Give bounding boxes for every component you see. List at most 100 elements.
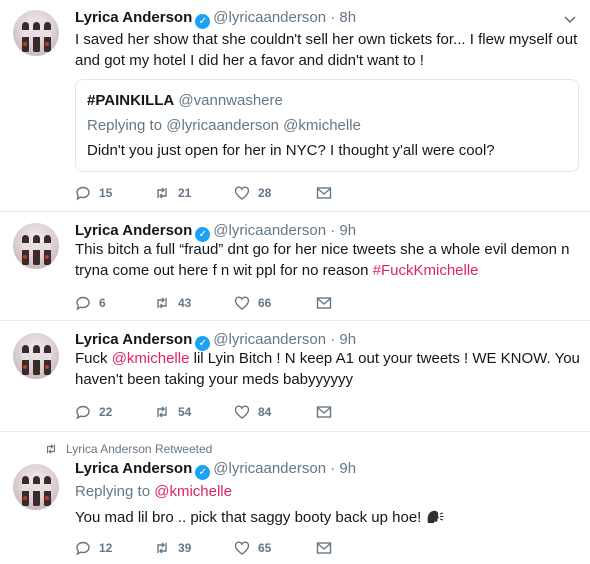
tweet[interactable]: Lyrica Anderson ✓ @lyricaanderson · 9h Thi… xyxy=(0,213,590,321)
replying-to: Replying to @kmichelle xyxy=(75,481,580,502)
retweet-icon xyxy=(157,542,167,554)
author-name[interactable]: Lyrica Anderson xyxy=(75,222,192,239)
tweet-actions: 12 39 65 xyxy=(75,539,375,557)
tweet-body: This bitch a full “fraud” dnt go for her… xyxy=(75,241,570,279)
heart-icon xyxy=(234,405,250,419)
separator: · xyxy=(330,9,336,26)
reply-button[interactable]: 12 xyxy=(75,539,112,557)
retweet-count: 21 xyxy=(178,186,192,200)
direct-message-button[interactable] xyxy=(316,184,340,202)
separator: · xyxy=(330,331,336,348)
quoted-tweet-header: #PAINKILLA @vannwashere xyxy=(87,91,283,111)
retweet-button[interactable]: 21 xyxy=(154,184,191,202)
retweet-count: 39 xyxy=(178,541,192,555)
timestamp[interactable]: 9h xyxy=(339,331,356,348)
retweet-button[interactable]: 43 xyxy=(154,294,191,312)
reply-count: 6 xyxy=(99,296,106,310)
timestamp[interactable]: 9h xyxy=(339,222,356,239)
like-count: 28 xyxy=(258,186,272,200)
tweet[interactable]: Lyrica Anderson ✓ @lyricaanderson · 9h Rep… xyxy=(0,433,590,564)
reply-count: 15 xyxy=(99,186,113,200)
avatar[interactable] xyxy=(13,223,59,269)
author-name[interactable]: Lyrica Anderson xyxy=(75,9,192,26)
tweet-header: Lyrica Anderson ✓ @lyricaanderson · 9h xyxy=(75,330,356,351)
avatar[interactable] xyxy=(13,464,59,510)
tweet-header: Lyrica Anderson ✓ @lyricaanderson · 9h xyxy=(75,459,356,480)
mention-link[interactable]: @kmichelle xyxy=(112,350,190,367)
tweet-actions: 6 43 66 xyxy=(75,294,375,312)
quoted-replying-to: Replying to @lyricaanderson @kmichelle xyxy=(87,116,361,136)
tweet-body: You mad lil bro .. pick that saggy booty… xyxy=(75,509,422,526)
like-count: 84 xyxy=(258,405,272,419)
author-handle[interactable]: @lyricaanderson xyxy=(213,331,326,348)
heart-icon xyxy=(234,541,250,555)
retweet-icon xyxy=(157,297,167,309)
reply-icon xyxy=(76,296,90,311)
verified-badge-icon: ✓ xyxy=(195,14,211,29)
quoted-tweet[interactable]: #PAINKILLA @vannwashere Replying to @lyr… xyxy=(75,79,579,172)
direct-message-button[interactable] xyxy=(316,294,340,312)
retweet-button[interactable]: 39 xyxy=(154,539,191,557)
retweet-count: 43 xyxy=(178,296,192,310)
reply-count: 12 xyxy=(99,541,113,555)
direct-message-button[interactable] xyxy=(316,403,340,421)
author-name[interactable]: Lyrica Anderson xyxy=(75,460,192,477)
tweet-body-start: Fuck xyxy=(75,350,112,367)
retweet-icon xyxy=(157,187,167,199)
direct-message-button[interactable] xyxy=(316,539,340,557)
replying-prefix: Replying to xyxy=(75,483,151,500)
verified-badge-icon: ✓ xyxy=(195,465,211,480)
tweet-text: Fuck @kmichelle lil Lyin Bitch ! N keep … xyxy=(75,348,580,390)
reply-icon xyxy=(76,541,90,556)
separator: · xyxy=(330,460,336,477)
quoted-author-handle: @vannwashere xyxy=(178,92,283,109)
timestamp[interactable]: 8h xyxy=(339,9,356,26)
author-handle[interactable]: @lyricaanderson xyxy=(213,460,326,477)
like-button[interactable]: 84 xyxy=(234,403,271,421)
like-count: 65 xyxy=(258,541,272,555)
envelope-icon xyxy=(316,542,332,554)
author-handle[interactable]: @lyricaanderson xyxy=(213,222,326,239)
envelope-icon xyxy=(316,297,332,309)
like-button[interactable]: 66 xyxy=(234,294,271,312)
quoted-author-name: #PAINKILLA xyxy=(87,92,175,109)
tweet-actions: 15 21 28 xyxy=(75,184,375,202)
retweet-count: 54 xyxy=(178,405,192,419)
replying-prefix: Replying to xyxy=(87,117,163,134)
reply-button[interactable]: 15 xyxy=(75,184,112,202)
chevron-down-icon[interactable] xyxy=(563,12,577,26)
avatar[interactable] xyxy=(13,10,59,56)
replying-to-handles: @lyricaanderson @kmichelle xyxy=(166,117,361,134)
reply-button[interactable]: 22 xyxy=(75,403,112,421)
tweet-header: Lyrica Anderson ✓ @lyricaanderson · 9h xyxy=(75,221,356,242)
retweet-button[interactable]: 54 xyxy=(154,403,191,421)
reply-button[interactable]: 6 xyxy=(75,294,106,312)
reply-count: 22 xyxy=(99,405,113,419)
avatar[interactable] xyxy=(13,333,59,379)
tweet-actions: 22 54 84 xyxy=(75,403,375,421)
separator: · xyxy=(330,222,336,239)
reply-icon xyxy=(76,405,90,420)
quoted-tweet-text: Didn't you just open for her in NYC? I t… xyxy=(87,142,495,159)
tweet[interactable]: Lyrica Anderson ✓ @lyricaanderson · 9h Fuc… xyxy=(0,322,590,432)
hashtag-link[interactable]: #FuckKmichelle xyxy=(373,262,479,279)
like-count: 66 xyxy=(258,296,272,310)
tweet-text: You mad lil bro .. pick that saggy booty… xyxy=(75,507,580,528)
author-name[interactable]: Lyrica Anderson xyxy=(75,331,192,348)
like-button[interactable]: 65 xyxy=(234,539,271,557)
mention-link[interactable]: @kmichelle xyxy=(154,483,232,500)
speaking-head-emoji xyxy=(427,510,443,523)
envelope-icon xyxy=(316,406,332,418)
tweet[interactable]: Lyrica Anderson ✓ @lyricaanderson · 8h I s… xyxy=(0,0,590,212)
tweet-text: This bitch a full “fraud” dnt go for her… xyxy=(75,239,580,281)
author-handle[interactable]: @lyricaanderson xyxy=(213,9,326,26)
timestamp[interactable]: 9h xyxy=(339,460,356,477)
tweet-text: I saved her show that she couldn't sell … xyxy=(75,31,578,69)
envelope-icon xyxy=(316,187,332,199)
heart-icon xyxy=(234,186,250,200)
like-button[interactable]: 28 xyxy=(234,184,271,202)
heart-icon xyxy=(234,296,250,310)
tweet-header: Lyrica Anderson ✓ @lyricaanderson · 8h xyxy=(75,8,356,29)
reply-icon xyxy=(76,186,90,201)
retweet-icon xyxy=(157,406,167,418)
